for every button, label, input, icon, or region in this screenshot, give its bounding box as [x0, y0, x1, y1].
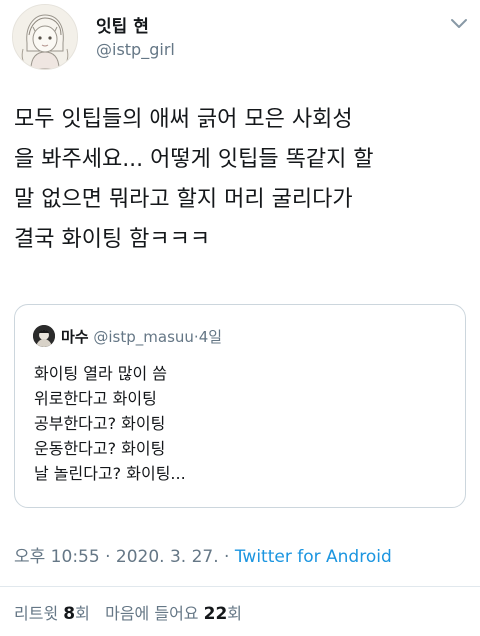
quoted-tweet[interactable]: 마수 @istp_masuu·4일 화이팅 열라 많이 씀 위로한다고 화이팅 … — [14, 304, 466, 508]
tweet-date[interactable]: 2020. 3. 27. — [116, 547, 219, 567]
tweet-text: 모두 잇팁들의 애써 긁어 모은 사회성 을 봐주세요... 어떻게 잇팁들 똑… — [14, 107, 374, 252]
retweets-stat[interactable]: 리트윗 8회 — [14, 604, 90, 624]
quoted-tweet-header: 마수 @istp_masuu·4일 — [61, 326, 222, 347]
quoted-display-name: 마수 — [61, 328, 89, 346]
likes-stat[interactable]: 마음에 들어요 22회 — [105, 604, 243, 624]
tweet-metadata: 오후 10:55 · 2020. 3. 27. · Twitter for An… — [14, 542, 392, 567]
quoted-author-avatar — [33, 325, 55, 347]
likes-suffix: 회 — [227, 604, 243, 623]
meta-separator: · — [105, 547, 111, 567]
retweets-count: 8 — [63, 604, 76, 624]
author-avatar[interactable] — [12, 4, 78, 70]
author-handle[interactable]: @istp_girl — [96, 40, 175, 59]
meta-separator: · — [224, 547, 230, 567]
tweet-time[interactable]: 오후 10:55 — [14, 547, 100, 567]
tweet-card: 잇팁 현 @istp_girl 모두 잇팁들의 애써 긁어 모은 사회성 을 봐… — [0, 0, 480, 636]
tweet-stats: 리트윗 8회 마음에 들어요 22회 — [14, 600, 242, 624]
author-display-name[interactable]: 잇팁 현 — [96, 12, 149, 37]
divider — [0, 586, 480, 587]
likes-label: 마음에 들어요 — [105, 604, 199, 623]
avatar-illustration — [13, 5, 77, 69]
retweets-label: 리트윗 — [14, 604, 59, 623]
retweets-suffix: 회 — [75, 604, 90, 623]
tweet-source-link[interactable]: Twitter for Android — [235, 547, 392, 567]
likes-count: 22 — [203, 604, 228, 624]
quoted-tweet-text: 화이팅 열라 많이 씀 위로한다고 화이팅 공부한다고? 화이팅 운동한다고? … — [34, 364, 186, 483]
quoted-handle: @istp_masuu — [93, 328, 194, 346]
quoted-timestamp: 4일 — [198, 328, 223, 346]
chevron-down-icon[interactable] — [448, 14, 470, 32]
